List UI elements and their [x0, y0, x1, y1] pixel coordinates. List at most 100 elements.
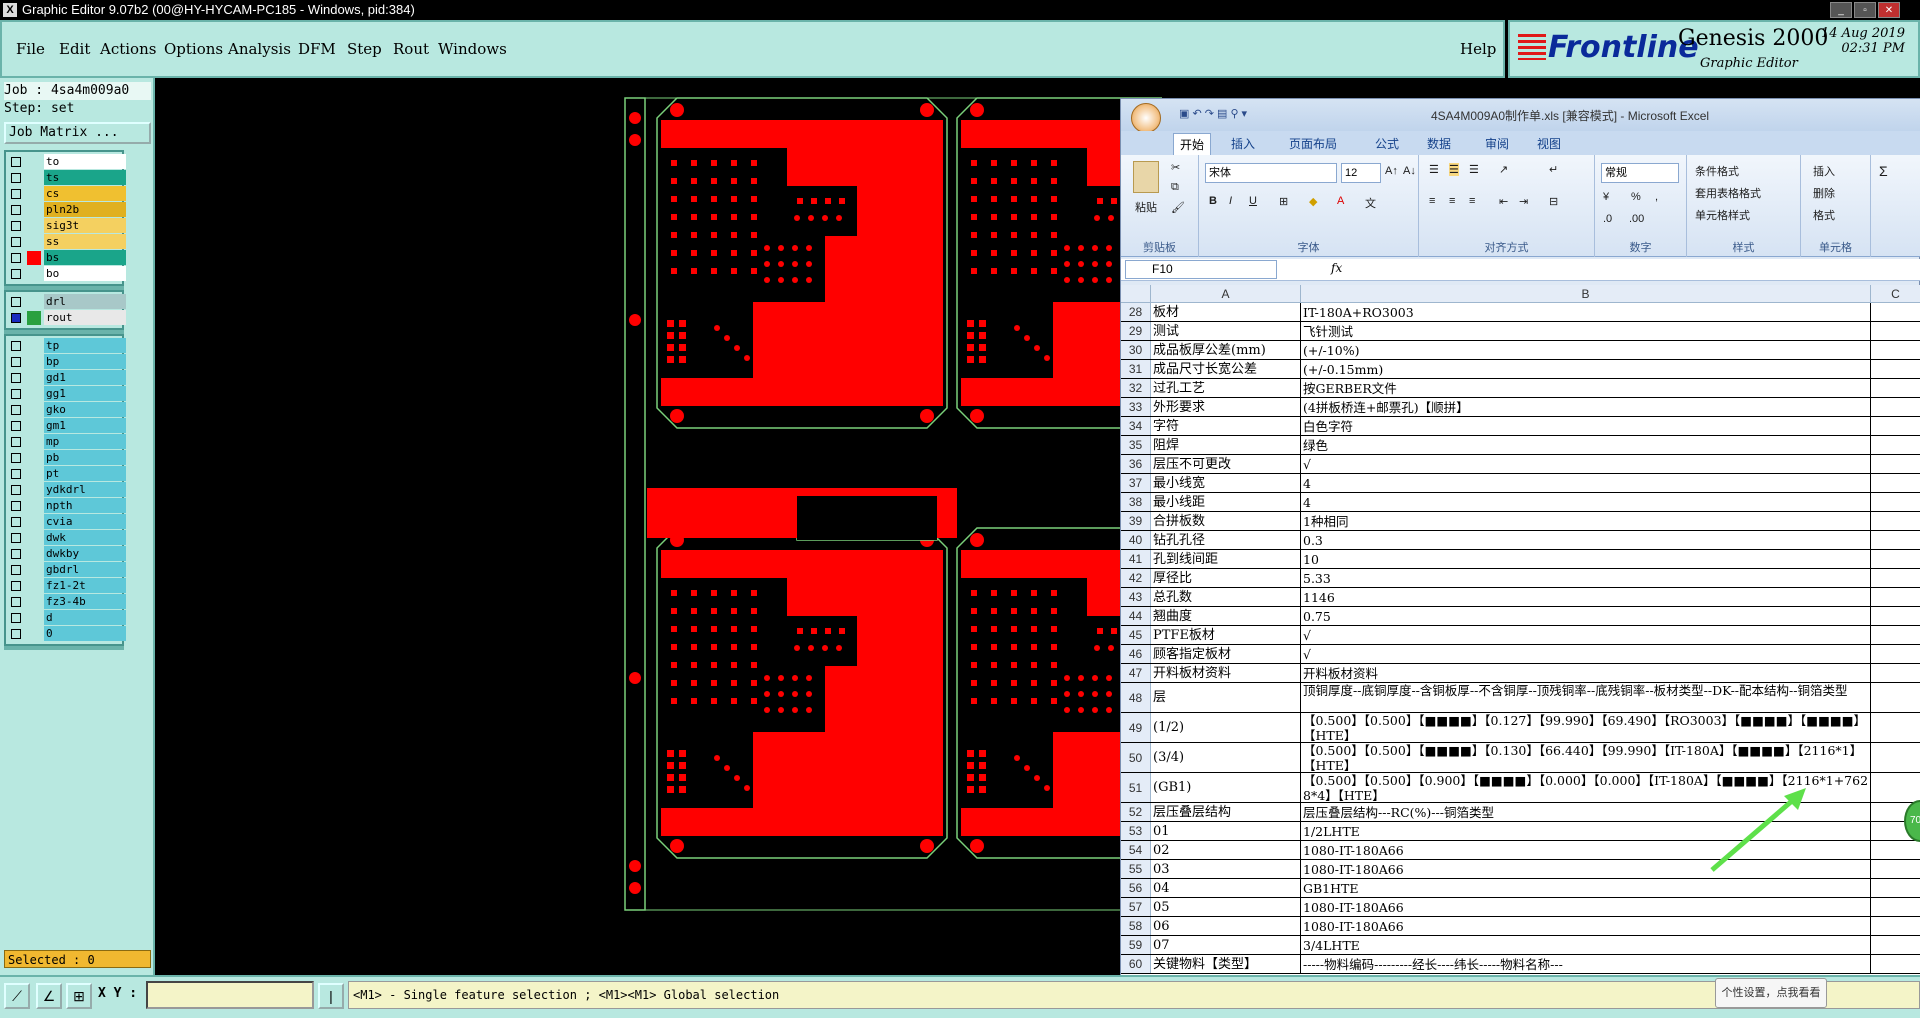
- layer-name[interactable]: ts: [44, 170, 126, 185]
- menu-file[interactable]: File: [16, 40, 45, 58]
- graphic-canvas[interactable]: [157, 78, 1248, 975]
- sum-icon[interactable]: Σ: [1879, 163, 1888, 179]
- percent-icon[interactable]: %: [1631, 191, 1641, 203]
- ribbon-tab[interactable]: 视图: [1531, 133, 1567, 155]
- row-number[interactable]: 60: [1121, 955, 1151, 973]
- cell-a[interactable]: 01: [1151, 822, 1301, 840]
- row-number[interactable]: 54: [1121, 841, 1151, 859]
- menu-step[interactable]: Step: [347, 40, 382, 58]
- layer-checkbox[interactable]: [11, 157, 21, 167]
- layer-color-swatch[interactable]: [27, 235, 41, 249]
- layer-color-swatch[interactable]: [27, 547, 41, 561]
- cell-b[interactable]: (4拼板桥连+邮票孔)【顺拼】: [1301, 398, 1871, 416]
- cell-a[interactable]: PTFE板材: [1151, 626, 1301, 644]
- merge-cells-icon[interactable]: ⊟: [1549, 195, 1558, 208]
- italic-icon[interactable]: I: [1229, 195, 1232, 207]
- align-right-icon[interactable]: ≡: [1469, 195, 1475, 207]
- decrease-indent-icon[interactable]: ⇤: [1499, 195, 1508, 208]
- row-number[interactable]: 41: [1121, 550, 1151, 568]
- grid-tool-icon[interactable]: ⊞: [66, 983, 92, 1009]
- grow-font-icon[interactable]: A↑: [1385, 165, 1398, 177]
- layer-name[interactable]: bp: [44, 354, 126, 369]
- layer-color-swatch[interactable]: [27, 203, 41, 217]
- row-number[interactable]: 44: [1121, 607, 1151, 625]
- menu-dfm[interactable]: DFM: [298, 40, 336, 58]
- layer-color-swatch[interactable]: [27, 627, 41, 641]
- cell-a[interactable]: 成品板厚公差(mm): [1151, 341, 1301, 359]
- layer-row-bs[interactable]: bs: [7, 250, 126, 266]
- cell-a[interactable]: 顾客指定板材: [1151, 645, 1301, 663]
- row-number[interactable]: 39: [1121, 512, 1151, 530]
- layer-row-bp[interactable]: bp: [7, 354, 126, 370]
- ribbon-tab[interactable]: 公式: [1369, 133, 1405, 155]
- cell-a[interactable]: 厚径比: [1151, 569, 1301, 587]
- copy-icon[interactable]: ⧉: [1171, 181, 1179, 194]
- cell-b[interactable]: 1080-IT-180A66: [1301, 898, 1871, 916]
- layer-name[interactable]: pln2b: [44, 202, 126, 217]
- layer-name[interactable]: to: [44, 154, 126, 169]
- column-header-c[interactable]: C: [1871, 285, 1920, 303]
- paste-icon[interactable]: [1133, 161, 1159, 193]
- align-center-icon[interactable]: ≡: [1449, 195, 1455, 207]
- layer-checkbox[interactable]: [11, 297, 21, 307]
- format-painter-icon[interactable]: 🖌: [1171, 201, 1185, 214]
- cell-b[interactable]: 开料板材资料: [1301, 664, 1871, 682]
- layer-checkbox[interactable]: [11, 189, 21, 199]
- layer-color-swatch[interactable]: [27, 155, 41, 169]
- layer-checkbox[interactable]: [11, 221, 21, 231]
- cell-a[interactable]: (1/2): [1151, 713, 1301, 742]
- row-number[interactable]: 28: [1121, 303, 1151, 321]
- menu-edit[interactable]: Edit: [59, 40, 90, 58]
- row-number[interactable]: 53: [1121, 822, 1151, 840]
- layer-color-swatch[interactable]: [27, 187, 41, 201]
- layer-checkbox[interactable]: [11, 357, 21, 367]
- increase-indent-icon[interactable]: ⇥: [1519, 195, 1528, 208]
- layer-row-cs[interactable]: cs: [7, 186, 126, 202]
- comma-icon[interactable]: ,: [1655, 191, 1658, 203]
- layer-checkbox[interactable]: [11, 253, 21, 263]
- row-number[interactable]: 58: [1121, 917, 1151, 935]
- row-number[interactable]: 49: [1121, 713, 1151, 742]
- layer-row-tp[interactable]: tp: [7, 338, 126, 354]
- layer-checkbox[interactable]: [11, 549, 21, 559]
- layer-checkbox[interactable]: [11, 517, 21, 527]
- row-number[interactable]: 35: [1121, 436, 1151, 454]
- layer-name[interactable]: d: [44, 610, 126, 625]
- menu-analysis[interactable]: Analysis: [228, 40, 291, 58]
- layer-name[interactable]: fz1-2t: [44, 578, 126, 593]
- layer-name[interactable]: pt: [44, 466, 126, 481]
- layer-checkbox[interactable]: [11, 373, 21, 383]
- layer-name[interactable]: dwk: [44, 530, 126, 545]
- row-number[interactable]: 37: [1121, 474, 1151, 492]
- row-number[interactable]: 55: [1121, 860, 1151, 878]
- cell-b[interactable]: √: [1301, 455, 1871, 473]
- row-number[interactable]: 31: [1121, 360, 1151, 378]
- cell-b[interactable]: 飞针测试: [1301, 322, 1871, 340]
- layer-row-dwkby[interactable]: dwkby: [7, 546, 126, 562]
- cell-a[interactable]: 03: [1151, 860, 1301, 878]
- layer-row-ss[interactable]: ss: [7, 234, 126, 250]
- layer-name[interactable]: sig3t: [44, 218, 126, 233]
- cell-b[interactable]: 1146: [1301, 588, 1871, 606]
- cell-a[interactable]: 07: [1151, 936, 1301, 954]
- layer-color-swatch[interactable]: [27, 499, 41, 513]
- ribbon-tab[interactable]: 插入: [1225, 133, 1261, 155]
- cell-a[interactable]: (GB1): [1151, 773, 1301, 802]
- cell-b[interactable]: 顶铜厚度--底铜厚度--含铜板厚--不含铜厚--顶残铜率--底残铜率--板材类型…: [1301, 683, 1871, 712]
- cell-a[interactable]: 测试: [1151, 322, 1301, 340]
- cell-a[interactable]: 最小线宽: [1151, 474, 1301, 492]
- layer-row-gko[interactable]: gko: [7, 402, 126, 418]
- number-format-select[interactable]: 常规: [1601, 163, 1679, 183]
- row-number[interactable]: 48: [1121, 683, 1151, 712]
- layer-checkbox[interactable]: [11, 565, 21, 575]
- ribbon-tab[interactable]: 审阅: [1479, 133, 1515, 155]
- layer-name[interactable]: dwkby: [44, 546, 126, 561]
- layer-name[interactable]: ydkdrl: [44, 482, 126, 497]
- cell-a[interactable]: 钻孔孔径: [1151, 531, 1301, 549]
- row-number[interactable]: 32: [1121, 379, 1151, 397]
- row-number[interactable]: 56: [1121, 879, 1151, 897]
- cell-a[interactable]: 过孔工艺: [1151, 379, 1301, 397]
- cell-b[interactable]: 按GERBER文件: [1301, 379, 1871, 397]
- cell-b[interactable]: 4: [1301, 474, 1871, 492]
- cursor-toggle-icon[interactable]: |: [318, 983, 344, 1009]
